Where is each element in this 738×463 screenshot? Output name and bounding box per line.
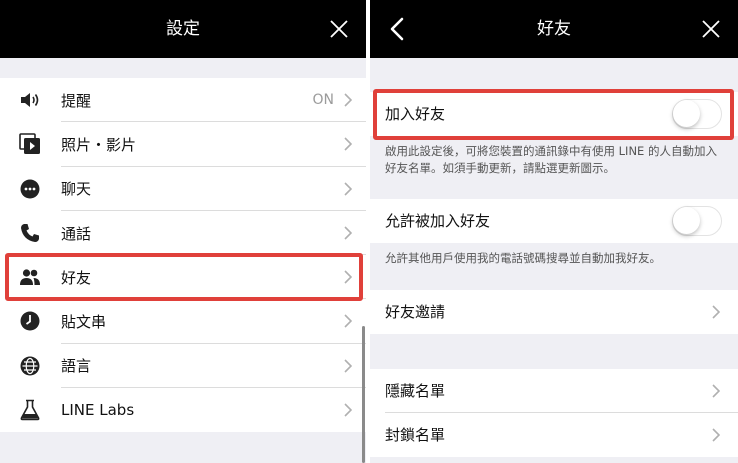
chevron-right-icon xyxy=(344,93,352,107)
blocked-list-row[interactable]: 封鎖名單 xyxy=(370,413,738,457)
chevron-right-icon xyxy=(344,314,352,329)
settings-title: 設定 xyxy=(166,19,200,39)
settings-header: 設定 xyxy=(0,0,366,58)
settings-list: 提醒 ON 照片・影片 聊天 通話 好友 貼文串 語言 LINE Labs xyxy=(0,78,366,433)
settings-panel: 設定 提醒 ON 照片・影片 聊天 通話 好友 貼文串 語言 LINE Labs xyxy=(0,0,366,463)
settings-item-language[interactable]: 語言 xyxy=(0,344,366,389)
chevron-right-icon xyxy=(344,403,352,417)
friend-invite-label: 好友邀請 xyxy=(385,303,446,321)
clock-icon xyxy=(20,311,40,331)
chevron-right-icon xyxy=(712,305,720,319)
settings-item-label: LINE Labs xyxy=(61,401,135,420)
invite-section: 好友邀請 xyxy=(370,290,738,334)
list-footer-space xyxy=(0,432,366,463)
chevron-right-icon xyxy=(344,226,352,240)
settings-item-label: 好友 xyxy=(61,268,92,287)
settings-item-label: 照片・影片 xyxy=(61,135,137,154)
globe-icon xyxy=(20,356,40,376)
chevron-right-icon xyxy=(712,384,720,398)
auto-add-friends-label: 加入好友 xyxy=(385,105,446,123)
toggle-knob xyxy=(673,207,700,234)
settings-item-friends[interactable]: 好友 xyxy=(0,255,366,300)
speaker-icon xyxy=(21,93,39,107)
settings-item-photos-videos[interactable]: 照片・影片 xyxy=(0,122,366,167)
friends-settings-panel: 好友 加入好友 啟用此設定後，可將您裝置的通訊錄中有使用 LINE 的人自動加入… xyxy=(370,0,738,463)
settings-item-line-labs[interactable]: LINE Labs xyxy=(0,388,366,432)
friends-title: 好友 xyxy=(537,19,571,39)
scrollbar[interactable] xyxy=(362,326,365,463)
friend-invite-row[interactable]: 好友邀請 xyxy=(370,290,738,334)
settings-item-label: 語言 xyxy=(61,357,92,376)
allow-add-friends-toggle[interactable] xyxy=(672,206,722,236)
allow-add-friends-note: 允許其他用戶使用我的電話號碼搜尋並自動加我好友。 xyxy=(385,251,661,265)
settings-item-chats[interactable]: 聊天 xyxy=(0,167,366,211)
hidden-list-label: 隱藏名單 xyxy=(385,382,446,400)
close-icon[interactable] xyxy=(328,18,350,40)
settings-item-value: ON xyxy=(312,92,335,109)
phone-icon xyxy=(21,223,39,242)
settings-item-calls[interactable]: 通話 xyxy=(0,211,366,256)
chevron-right-icon xyxy=(344,359,352,373)
chevron-right-icon xyxy=(344,270,352,284)
close-icon[interactable] xyxy=(700,18,722,40)
auto-add-friends-toggle[interactable] xyxy=(672,99,722,129)
allow-add-friends-label: 允許被加入好友 xyxy=(385,212,491,230)
allow-add-section: 允許被加入好友 xyxy=(370,199,738,243)
lists-section: 隱藏名單 封鎖名單 xyxy=(370,369,738,457)
chevron-right-icon xyxy=(712,428,720,442)
auto-add-friends-row: 加入好友 xyxy=(370,92,738,136)
auto-add-section: 加入好友 xyxy=(370,92,738,136)
settings-item-label: 提醒 xyxy=(61,91,92,110)
friends-icon xyxy=(20,269,40,286)
chevron-right-icon xyxy=(344,182,352,196)
settings-item-label: 貼文串 xyxy=(61,313,107,332)
settings-item-label: 聊天 xyxy=(61,180,92,199)
hidden-list-row[interactable]: 隱藏名單 xyxy=(370,369,738,413)
auto-add-friends-note: 啟用此設定後，可將您裝置的通訊錄中有使用 LINE 的人自動加入好友名單。如須手… xyxy=(385,144,717,175)
settings-item-timeline[interactable]: 貼文串 xyxy=(0,299,366,344)
flask-icon xyxy=(20,399,40,421)
chat-bubble-icon xyxy=(20,179,40,199)
allow-add-friends-row: 允許被加入好友 xyxy=(370,199,738,243)
friends-header: 好友 xyxy=(370,0,738,58)
toggle-knob xyxy=(673,100,700,127)
media-icon xyxy=(19,133,40,155)
blocked-list-label: 封鎖名單 xyxy=(385,426,446,444)
chevron-right-icon xyxy=(344,137,352,151)
settings-item-label: 通話 xyxy=(61,224,92,243)
settings-item-notifications[interactable]: 提醒 ON xyxy=(0,78,366,123)
